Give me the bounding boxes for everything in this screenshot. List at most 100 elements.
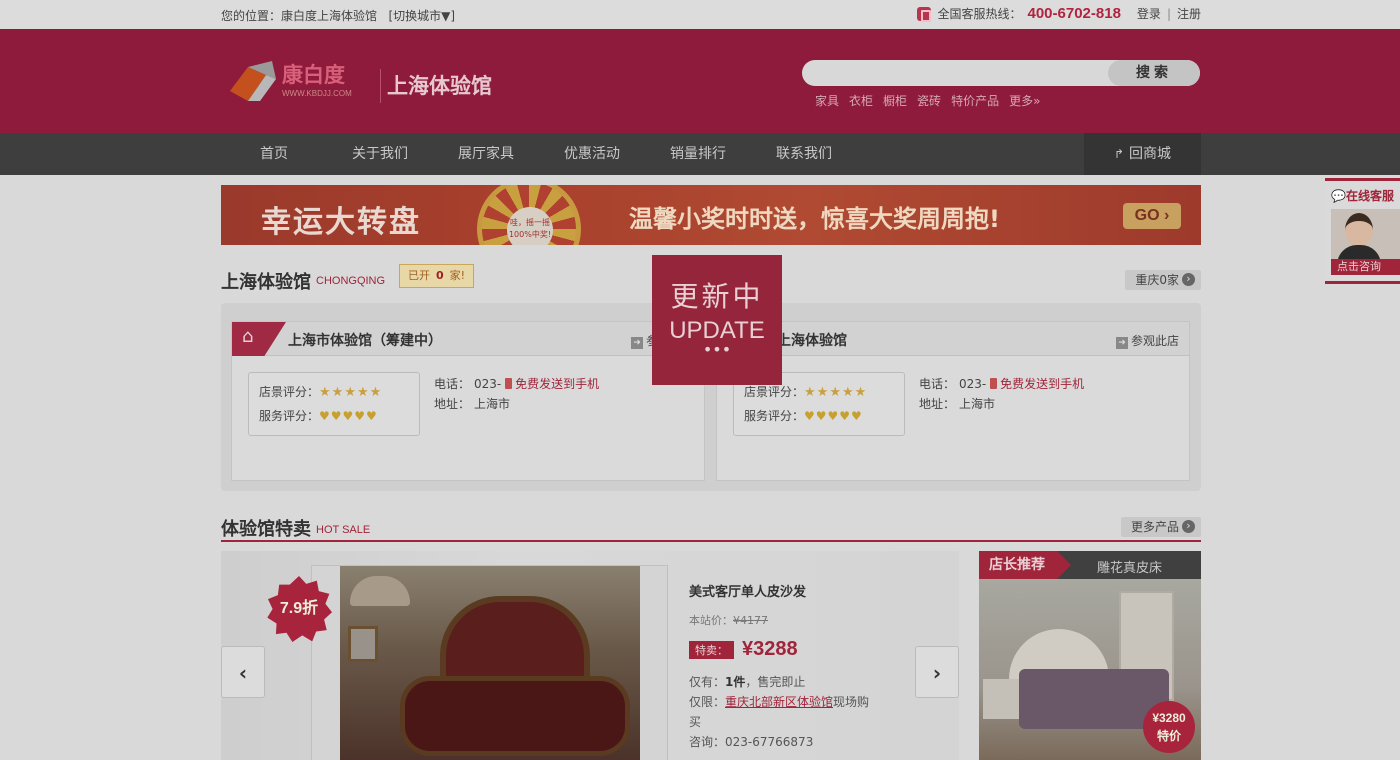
banner-title: 幸运大转盘 <box>261 205 421 240</box>
mobile-icon <box>505 378 513 389</box>
hotword-link[interactable]: 家具 <box>815 92 839 109</box>
recommend-price-badge: ¥3280 特价 <box>1143 701 1195 753</box>
limit-store-link[interactable]: 重庆北部新区体验馆 <box>725 695 833 709</box>
special-price: 特卖： ¥3288 <box>689 638 798 661</box>
store-address: 上海市 <box>959 397 996 411</box>
more-stores-button[interactable]: 重庆0家 <box>1125 270 1201 290</box>
agent-head <box>1345 213 1373 247</box>
online-service-widget[interactable]: 💬在线客服 点击咨询 <box>1325 178 1400 284</box>
switch-city-link[interactable]: [切换城市▼] <box>388 9 455 23</box>
hotword-link[interactable]: 特价产品 <box>951 92 999 109</box>
hotword-link[interactable]: 瓷砖 <box>917 92 941 109</box>
stock-count: 1件 <box>725 675 746 689</box>
product-image-frame[interactable] <box>311 565 668 760</box>
nav-item-about[interactable]: 关于我们 <box>327 133 433 175</box>
location-current: 康白度上海体验馆 <box>281 9 378 23</box>
banner-go-button[interactable]: GO › <box>1123 203 1181 229</box>
home-icon <box>232 322 286 356</box>
service-score-label: 服务评分： <box>744 409 805 423</box>
send-to-phone-link[interactable]: 免费发送到手机 <box>515 377 599 391</box>
site-header: 康白度 WWW.KBDJJ.COM 上海体验馆 搜索 家具 衣柜 橱柜 瓷砖 特… <box>0 29 1400 133</box>
limit-label: 仅限： <box>689 695 726 709</box>
product-meta: 仅有：1件，售完即止 仅限：重庆北部新区体验馆现场购买 咨询：023-67766… <box>689 672 879 752</box>
store-phone: 023- <box>474 377 502 391</box>
mobile-icon <box>990 378 998 389</box>
loading-dots-icon: ••• <box>702 340 732 359</box>
send-to-phone-link[interactable]: 免费发送到手机 <box>1000 377 1084 391</box>
search-input[interactable] <box>812 63 1102 83</box>
register-link[interactable]: 注册 <box>1177 5 1201 22</box>
phone-label: 电话： <box>434 377 471 391</box>
original-price-value: ¥4177 <box>733 614 768 627</box>
hotword-link[interactable]: 衣柜 <box>849 92 873 109</box>
hotline-number: 400-6702-818 <box>1027 5 1121 22</box>
visit-store-link[interactable]: 参观此店 <box>1116 332 1179 349</box>
heart-rating-icon: ♥♥♥♥♥ <box>319 409 378 423</box>
nav-item-promotions[interactable]: 优惠活动 <box>539 133 645 175</box>
store-phone: 023- <box>959 377 987 391</box>
hot-keywords: 家具 衣柜 橱柜 瓷砖 特价产品 更多» <box>815 92 1040 109</box>
star-rating-icon: ★★★★★ <box>319 385 383 400</box>
opened-suffix: 家! <box>449 269 466 282</box>
nav-item-home[interactable]: 首页 <box>221 133 327 175</box>
nightstand-shape <box>983 679 1019 719</box>
login-link[interactable]: 登录 <box>1137 5 1161 22</box>
location-prefix: 您的位置： <box>221 9 282 23</box>
special-price-value: ¥3288 <box>742 638 798 660</box>
product-name[interactable]: 美式客厅单人皮沙发 <box>689 581 806 600</box>
store-name[interactable]: 上海市体验馆（筹建中） <box>288 330 442 350</box>
lamp-shape <box>350 576 410 606</box>
update-text-cn: 更新中 <box>670 280 764 313</box>
hotword-more-link[interactable]: 更多» <box>1009 92 1040 109</box>
section-title: 体验馆特卖 <box>221 519 311 540</box>
stock-label: 仅有： <box>689 675 726 689</box>
section-divider <box>221 540 1201 542</box>
nav-item-contact[interactable]: 联系我们 <box>751 133 857 175</box>
opened-count: 0 <box>436 269 444 282</box>
store-card: 上海体验馆 参观此店 店景评分：★★★★★ 服务评分：♥♥♥♥♥ 电话：023-… <box>716 321 1190 481</box>
hotline-label: 全国客服热线： <box>937 7 1022 21</box>
more-products-button[interactable]: 更多产品 <box>1120 517 1201 537</box>
brand-url: WWW.KBDJJ.COM <box>282 89 352 98</box>
recommend-price: ¥3280 <box>1152 711 1186 725</box>
store-score-label: 店景评分： <box>259 385 320 399</box>
carousel-next-button[interactable]: › <box>915 646 959 698</box>
wheel-hub-text: 哇，摇一摇 100%中奖! <box>507 207 553 245</box>
nav-item-showroom[interactable]: 展厅家具 <box>433 133 539 175</box>
recommend-product-name[interactable]: 雕花真皮床 <box>1097 557 1162 576</box>
service-score-label: 服务评分： <box>259 409 320 423</box>
carousel-prev-button[interactable]: ‹ <box>221 646 265 698</box>
logo-icon <box>230 61 276 101</box>
back-to-mall-button[interactable]: ↱ 回商城 <box>1084 133 1201 175</box>
prize-wheel-icon: 哇，摇一摇 100%中奖! <box>477 185 581 245</box>
hotword-link[interactable]: 橱柜 <box>883 92 907 109</box>
phone-label: 电话： <box>919 377 956 391</box>
section-subtitle: CHONGQING <box>316 275 386 287</box>
address-label: 地址： <box>434 397 471 411</box>
store-info: 电话： 023- 免费发送到手机 地址： 上海市 <box>919 374 1084 414</box>
nav-item-ranking[interactable]: 销量排行 <box>645 133 751 175</box>
store-card: 上海市体验馆（筹建中） 参观此店 店景评分：★★★★★ 服务评分：♥♥♥♥♥ 电… <box>231 321 705 481</box>
picture-frame-shape <box>348 626 378 662</box>
store-name[interactable]: 上海体验馆 <box>777 330 847 350</box>
store-address: 上海市 <box>474 397 511 411</box>
hall-title: 上海体验馆 <box>380 69 492 103</box>
site-logo[interactable]: 康白度 WWW.KBDJJ.COM <box>226 53 366 111</box>
opened-prefix: 已开 <box>408 269 430 282</box>
recommend-price-label: 特价 <box>1156 729 1181 743</box>
manager-recommend[interactable]: 店长推荐 雕花真皮床 ¥3280 特价 <box>979 551 1201 760</box>
store-info: 电话： 023- 免费发送到手机 地址： 上海市 <box>434 374 599 414</box>
recommend-tab: 店长推荐 <box>979 551 1071 579</box>
address-label: 地址： <box>919 397 956 411</box>
hot-sale-carousel: 7.9折 ‹ › 美式客厅单人皮沙发 本站价：¥4177 特卖： ¥3288 仅… <box>221 551 959 760</box>
original-price-label: 本站价： <box>689 614 733 627</box>
consult-phone: 023-67766873 <box>725 735 814 749</box>
search-button[interactable]: 搜索 <box>1108 60 1200 86</box>
main-nav: 首页 关于我们 展厅家具 优惠活动 销量排行 联系我们 ↱ 回商城 <box>0 133 1400 175</box>
lucky-wheel-banner[interactable]: 幸运大转盘 哇，摇一摇 100%中奖! 温馨小奖时时送，惊喜大奖周周抱! GO … <box>221 185 1201 245</box>
chat-bubble-icon: 💬 <box>1331 189 1346 203</box>
store-score-label: 店景评分： <box>744 385 805 399</box>
special-price-tag: 特卖： <box>689 640 734 659</box>
consult-button[interactable]: 点击咨询 <box>1331 259 1400 275</box>
location-breadcrumb: 您的位置：康白度上海体验馆 [切换城市▼] <box>221 7 455 24</box>
